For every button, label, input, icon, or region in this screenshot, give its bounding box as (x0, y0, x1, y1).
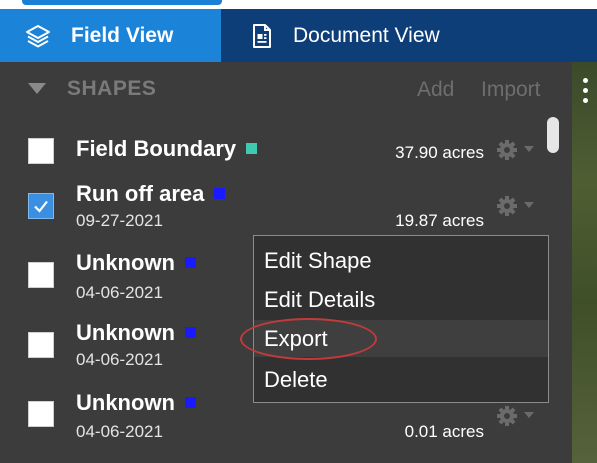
document-icon (249, 23, 275, 49)
shape-color-swatch (185, 257, 196, 268)
tab-field-view-label: Field View (71, 23, 174, 47)
more-options-icon[interactable] (583, 78, 589, 108)
tab-document-view-label: Document View (293, 23, 440, 47)
shape-acres: 0.01 acres (404, 422, 484, 441)
list-item[interactable]: Unknown (76, 390, 196, 416)
shape-color-swatch (246, 143, 258, 154)
window-top-strip (0, 0, 597, 9)
gear-icon[interactable] (496, 405, 518, 427)
tab-field-view[interactable]: Field View (0, 9, 221, 62)
import-button[interactable]: Import (481, 78, 541, 102)
map-imagery (572, 62, 597, 463)
shape-checkbox[interactable] (28, 401, 54, 427)
layers-icon (25, 23, 51, 49)
list-item[interactable]: Unknown (76, 250, 196, 276)
shape-date: 09-27-2021 (76, 211, 163, 230)
chevron-down-icon[interactable] (524, 412, 534, 418)
shape-acres: 19.87 acres (395, 211, 484, 230)
gear-icon[interactable] (496, 139, 518, 161)
shape-date: 04-06-2021 (76, 350, 163, 369)
shape-checkbox[interactable] (28, 193, 54, 219)
context-menu: Edit Shape Edit Details Export Delete (253, 235, 549, 403)
shape-checkbox[interactable] (28, 138, 54, 164)
list-item[interactable]: Unknown (76, 320, 196, 346)
menu-item-edit-shape[interactable]: Edit Shape (254, 242, 548, 279)
shape-name: Run off area (76, 181, 205, 206)
menu-item-export[interactable]: Export (254, 320, 548, 357)
shape-color-swatch (185, 327, 196, 338)
shape-color-swatch (185, 397, 196, 408)
shape-acres: 37.90 acres (395, 143, 484, 162)
shape-checkbox[interactable] (28, 332, 54, 358)
menu-item-edit-details[interactable]: Edit Details (254, 281, 548, 318)
shape-date: 04-06-2021 (76, 422, 163, 441)
chevron-down-icon[interactable] (524, 202, 534, 208)
menu-item-delete[interactable]: Delete (254, 361, 548, 398)
gear-icon[interactable] (496, 195, 518, 217)
scrollbar-thumb[interactable] (547, 117, 559, 153)
shape-name: Unknown (76, 250, 175, 275)
chevron-down-icon[interactable] (524, 146, 534, 152)
list-item[interactable]: Field Boundary (76, 136, 258, 162)
list-item[interactable]: Run off area (76, 181, 226, 207)
tab-document-view[interactable]: Document View (221, 9, 597, 62)
shape-name: Unknown (76, 320, 175, 345)
view-tab-bar: Field View Document View (0, 9, 597, 62)
shape-date: 04-06-2021 (76, 283, 163, 302)
collapse-caret-icon[interactable] (28, 83, 46, 94)
shape-color-swatch (214, 188, 226, 199)
shape-name: Unknown (76, 390, 175, 415)
shape-checkbox[interactable] (28, 262, 54, 288)
section-title: SHAPES (67, 77, 157, 100)
title-accent (22, 0, 222, 5)
check-icon (34, 200, 48, 213)
add-button[interactable]: Add (417, 78, 454, 102)
shape-name: Field Boundary (76, 136, 237, 161)
